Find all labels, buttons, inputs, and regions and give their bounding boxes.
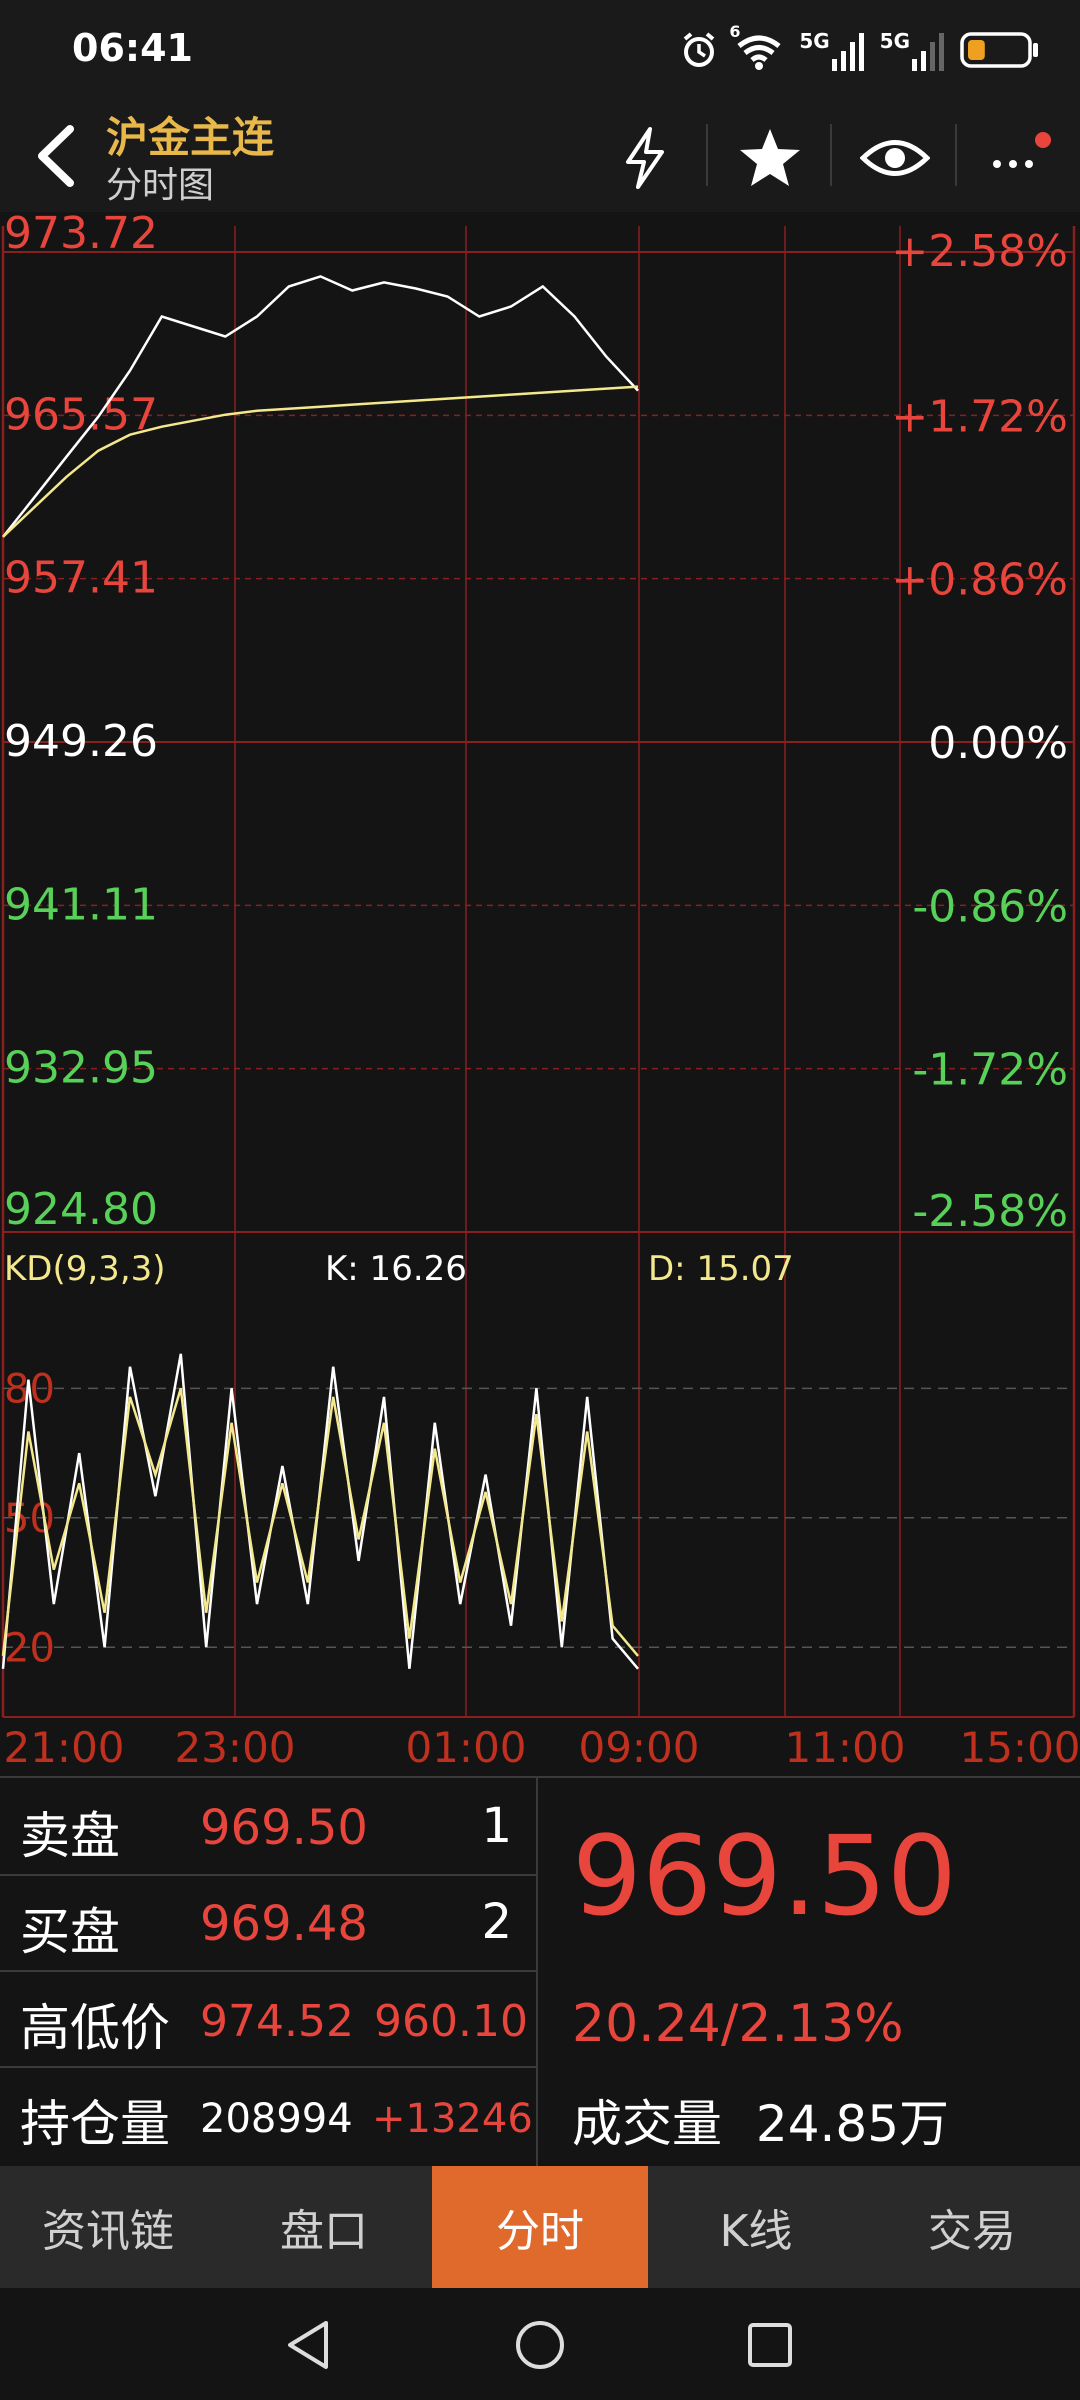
- flash-icon: [626, 127, 664, 189]
- battery-icon: [960, 32, 1038, 68]
- system-nav-bar: [0, 2288, 1080, 2400]
- price-change: 20.24/2.13%: [572, 1994, 904, 2054]
- tab-time-share[interactable]: 分时: [432, 2166, 648, 2288]
- back-button[interactable]: [20, 116, 90, 196]
- time-axis-label: 21:00: [3, 1723, 124, 1772]
- last-price: 969.50: [572, 1812, 957, 1940]
- kd-d-value: D: 15.07: [648, 1249, 794, 1289]
- price-axis-label: 924.80: [4, 1184, 158, 1235]
- high-low-row: 高低价 974.52 960.10: [0, 1970, 536, 2068]
- percent-axis-label: 0.00%: [928, 718, 1068, 769]
- tab-kline[interactable]: K线: [648, 2166, 864, 2288]
- time-axis-label: 23:00: [174, 1723, 295, 1772]
- quote-panel: 卖盘 969.50 1 买盘 969.48 2 高低价 974.52 960.1…: [0, 1776, 1080, 2166]
- open-interest-value: 208994: [200, 2096, 353, 2142]
- ask-quantity: 1: [481, 1798, 512, 1854]
- ask-row: 卖盘 969.50 1: [0, 1778, 536, 1876]
- kd-indicator-label: KD(9,3,3): [4, 1249, 166, 1289]
- flash-button[interactable]: [600, 118, 690, 198]
- ask-label: 卖盘: [20, 1807, 120, 1865]
- tab-news-chain[interactable]: 资讯链: [0, 2166, 216, 2288]
- tab-trade[interactable]: 交易: [864, 2166, 1080, 2288]
- low-price: 960.10: [374, 1996, 528, 2047]
- volume-value: 24.85万: [755, 2095, 950, 2153]
- time-share-chart[interactable]: 973.72 965.57 957.41 949.26 941.11 932.95 924.…: [0, 212, 1080, 1774]
- kd-d-line: [1, 1387, 639, 1657]
- status-icons: 6 5G 5G: [679, 22, 1040, 78]
- app-header: 沪金主连 分时图: [0, 100, 1080, 212]
- bid-row: 买盘 969.48 2: [0, 1874, 536, 1972]
- more-button[interactable]: [975, 118, 1065, 198]
- header-separator: [706, 124, 708, 186]
- tab-order-book[interactable]: 盘口: [216, 2166, 432, 2288]
- open-interest-change: +13246: [372, 2096, 533, 2142]
- price-axis-label: 957.41: [4, 553, 158, 604]
- eye-icon: [860, 140, 930, 176]
- watch-button[interactable]: [850, 118, 940, 198]
- status-time: 06:41: [72, 26, 193, 70]
- bid-price: 969.48: [200, 1896, 368, 1952]
- price-axis-label: 949.26: [4, 716, 158, 767]
- bid-label: 买盘: [20, 1903, 120, 1961]
- more-icon: [993, 132, 1051, 168]
- time-axis-label: 01:00: [405, 1723, 526, 1772]
- alarm-icon: [684, 32, 715, 67]
- back-arrow-icon: [38, 125, 74, 187]
- signal-5g-icon-2: 5G: [880, 29, 946, 71]
- time-axis-label: 15:00: [959, 1723, 1080, 1772]
- star-icon: [740, 129, 800, 186]
- bottom-tab-bar: 资讯链 盘口 分时 K线 交易: [0, 2166, 1080, 2288]
- percent-axis-label: +1.72%: [891, 391, 1068, 442]
- page-subtitle: 分时图: [106, 165, 215, 206]
- volume-label: 成交量: [572, 2095, 722, 2153]
- kd-k-value: K: 16.26: [325, 1249, 467, 1289]
- price-axis-label: 932.95: [4, 1043, 158, 1094]
- kd-k-line: [1, 1353, 639, 1670]
- notification-dot: [1035, 132, 1051, 148]
- status-bar: 06:41 6 5G 5G: [0, 0, 1080, 100]
- volume-line: 成交量 24.85万: [572, 2084, 949, 2156]
- favorite-button[interactable]: [725, 118, 815, 198]
- percent-axis-label: +2.58%: [891, 226, 1068, 277]
- wifi-icon: 6: [729, 22, 785, 72]
- percent-axis-label: -1.72%: [912, 1045, 1068, 1096]
- time-axis-label: 09:00: [578, 1723, 699, 1772]
- high-low-label: 高低价: [20, 1999, 170, 2057]
- signal-5g-icon: 5G: [799, 29, 865, 71]
- percent-axis-label: -2.58%: [912, 1186, 1068, 1237]
- header-separator: [955, 124, 957, 186]
- price-axis-label: 941.11: [4, 879, 158, 930]
- system-recents-button[interactable]: [735, 2310, 805, 2380]
- time-axis-label: 11:00: [784, 1723, 905, 1772]
- square-recents-icon: [748, 2323, 792, 2367]
- open-interest-row: 持仓量 208994 +13246: [0, 2066, 536, 2162]
- triangle-back-icon: [288, 2321, 328, 2369]
- header-separator: [830, 124, 832, 186]
- high-price: 974.52: [200, 1996, 354, 2047]
- system-home-button[interactable]: [505, 2310, 575, 2380]
- percent-axis-label: +0.86%: [891, 555, 1068, 606]
- price-axis-label: 973.72: [4, 212, 158, 259]
- ask-price: 969.50: [200, 1800, 368, 1856]
- quote-divider: [536, 1778, 538, 2166]
- open-interest-label: 持仓量: [20, 2095, 170, 2153]
- system-back-button[interactable]: [273, 2310, 343, 2380]
- circle-home-icon: [516, 2321, 564, 2369]
- bid-quantity: 2: [481, 1894, 512, 1950]
- chart-canvas[interactable]: 973.72965.57957.41949.26941.11932.95924.…: [0, 212, 1080, 1774]
- wifi-badge: 6: [729, 22, 741, 41]
- percent-axis-label: -0.86%: [912, 881, 1068, 932]
- kd-level-label: 20: [4, 1625, 55, 1671]
